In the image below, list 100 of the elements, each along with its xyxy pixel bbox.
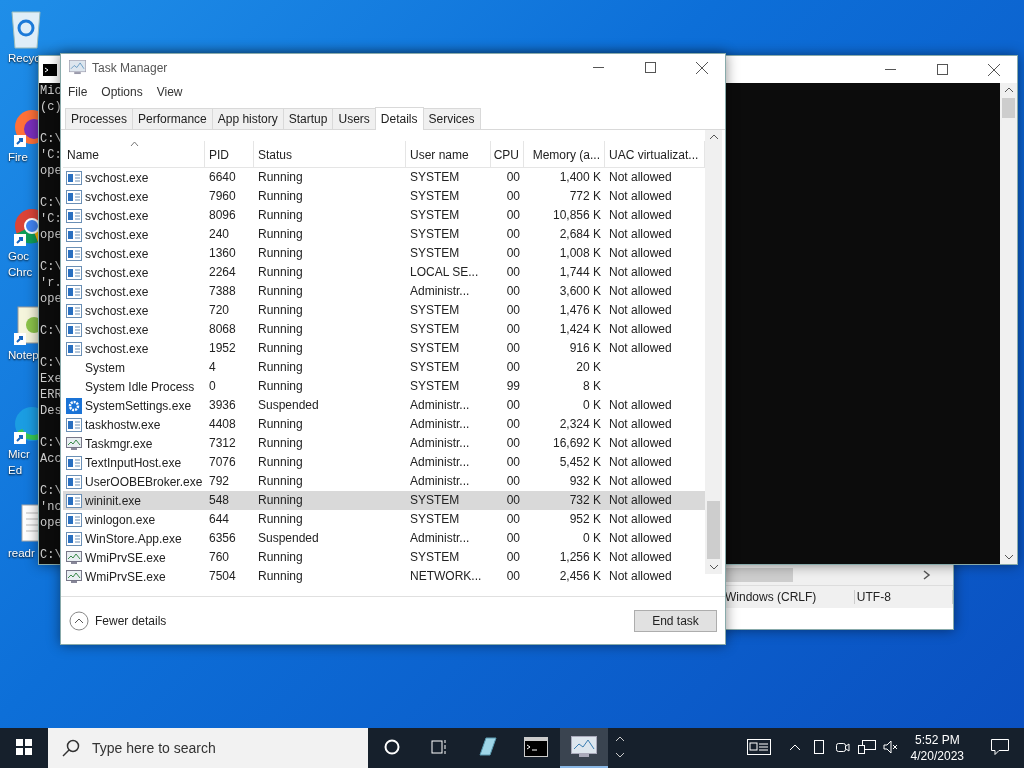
table-cell-text: 4	[208, 359, 217, 376]
table-cell-text: Not allowed	[608, 454, 673, 471]
column-header[interactable]: Name	[63, 141, 205, 167]
menu-item[interactable]: File	[68, 85, 88, 102]
process-row[interactable]: WinStore.App.exe 6356 Suspended Administr... 00 0 K Not allowed	[63, 529, 705, 548]
column-header[interactable]: User name	[406, 141, 491, 167]
table-cell: WmiPrvSE.exe	[85, 569, 166, 584]
table-cell: svchost.exe	[85, 189, 149, 204]
table-cell-text: NETWORK...	[409, 568, 483, 585]
task-manager-icon	[571, 736, 597, 758]
process-row[interactable]: SystemSettings.exe 3936 Suspended Administr... 00 0 K Not allowed	[63, 396, 705, 415]
process-row[interactable]: svchost.exe 7388 Running Administr... 00 3,600 K Not allowed	[63, 282, 705, 301]
process-row[interactable]: svchost.exe 7960 Running SYSTEM 00 772 K Not allowed	[63, 187, 705, 206]
window-icon	[66, 512, 82, 527]
process-row[interactable]: svchost.exe 2264 Running LOCAL SE... 00 1,744 K Not allowed	[63, 263, 705, 282]
scroll-right-icon[interactable]	[923, 570, 931, 580]
process-row[interactable]: svchost.exe 240 Running SYSTEM 00 2,684 K Not allowed	[63, 225, 705, 244]
desktop-icon-label[interactable]: Recyc	[8, 50, 40, 66]
table-cell-text: 8096	[208, 207, 237, 224]
tab[interactable]: App history	[211, 108, 284, 129]
process-row[interactable]: svchost.exe 8068 Running SYSTEM 00 1,424 K Not allowed	[63, 320, 705, 339]
desktop-icon-label[interactable]: Notep	[8, 347, 39, 363]
table-cell-text: 00	[505, 302, 521, 319]
desktop-icon-label[interactable]: Micr	[8, 446, 30, 462]
table-cell-text: 00	[505, 321, 521, 338]
column-header[interactable]: Status	[254, 141, 406, 167]
tab[interactable]: Startup	[282, 108, 334, 129]
table-cell-text: Running	[257, 416, 304, 433]
process-row[interactable]: winlogon.exe 644 Running SYSTEM 00 952 K Not allowed	[63, 510, 705, 529]
process-row[interactable]: svchost.exe 6640 Running SYSTEM 00 1,400 K Not allowed	[63, 168, 705, 187]
task-manager-icon	[69, 60, 86, 75]
table-cell-text: Running	[257, 207, 304, 224]
taskbar-app-button[interactable]	[560, 728, 608, 768]
scrollbar-thumb[interactable]	[723, 568, 793, 582]
desktop-icon-label[interactable]: Ed	[8, 462, 23, 478]
table-cell-text: Administr...	[409, 530, 471, 547]
menu-item[interactable]: Options	[101, 85, 143, 102]
close-icon	[988, 63, 1000, 76]
table-cell-text: 952 K	[568, 511, 602, 528]
menu-item[interactable]: View	[156, 85, 183, 102]
process-row[interactable]: svchost.exe 8096 Running SYSTEM 00 10,856 K Not allowed	[63, 206, 705, 225]
table-cell-text: 6640	[208, 169, 237, 186]
search-field[interactable]: Type here to search	[48, 728, 368, 768]
process-row[interactable]: WmiPrvSE.exe 760 Running SYSTEM 00 1,256 K Not allowed	[63, 548, 705, 567]
tab[interactable]: Services	[422, 108, 481, 129]
scrollbar-thumb[interactable]	[707, 501, 720, 559]
window-icon	[66, 493, 82, 508]
table-cell-text: Running	[257, 454, 304, 471]
table-cell-text: 1,476 K	[558, 302, 602, 319]
table-cell-text: Not allowed	[608, 473, 673, 490]
table-cell-text: Not allowed	[608, 511, 673, 528]
task-view-icon	[431, 739, 449, 755]
tab[interactable]: Performance	[132, 108, 213, 129]
process-row[interactable]: Taskmgr.exe 7312 Running Administr... 00 16,692 K Not allowed	[63, 434, 705, 453]
table-cell-text: 00	[505, 492, 521, 509]
scrollbar-thumb[interactable]	[1002, 98, 1015, 118]
process-row[interactable]: WmiPrvSE.exe 7504 Running NETWORK... 00 2,456 K Not allowed	[63, 567, 705, 586]
table-cell-text: Suspended	[257, 530, 320, 547]
process-row[interactable]: svchost.exe 720 Running SYSTEM 00 1,476 K Not allowed	[63, 301, 705, 320]
table-cell: svchost.exe	[85, 303, 149, 318]
desktop-icon-label[interactable]: Goc	[8, 248, 30, 264]
process-row[interactable]: System Idle Process 0 Running SYSTEM 99 8 K	[63, 377, 705, 396]
table-cell-text: 3,600 K	[558, 283, 602, 300]
process-row[interactable]: UserOOBEBroker.exe 792 Running Administr... 00 932 K Not allowed	[63, 472, 705, 491]
tab[interactable]: Processes	[65, 108, 134, 129]
column-header[interactable]: CPU	[491, 141, 524, 167]
minimize-icon	[884, 69, 896, 70]
clock[interactable]: 5:52 PM 4/20/2023	[910, 732, 964, 764]
tab[interactable]: Details	[374, 107, 424, 130]
fewer-details-button[interactable]: Fewer details	[69, 611, 167, 631]
table-cell-text: 4408	[208, 416, 237, 433]
process-row[interactable]: svchost.exe 1360 Running SYSTEM 00 1,008 K Not allowed	[63, 244, 705, 263]
table-cell-text: Not allowed	[608, 416, 673, 433]
table-cell-text: 00	[505, 454, 521, 471]
scrollbar[interactable]	[1000, 83, 1017, 564]
table-cell-text: Running	[257, 169, 304, 186]
table-cell-text: 1,744 K	[558, 264, 602, 281]
window-icon	[66, 189, 82, 204]
table-cell-text: 1,256 K	[558, 549, 602, 566]
scrollbar[interactable]	[705, 130, 722, 574]
process-row[interactable]: System 4 Running SYSTEM 00 20 K	[63, 358, 705, 377]
process-row[interactable]: taskhostw.exe 4408 Running Administr... 00 2,324 K Not allowed	[63, 415, 705, 434]
table-cell-text: 2,324 K	[558, 416, 602, 433]
end-task-button[interactable]: End task	[634, 610, 717, 632]
desktop-icon-label[interactable]: Chrc	[8, 264, 33, 280]
desktop-icon-label[interactable]: readr	[8, 545, 35, 561]
tab[interactable]: Users	[332, 108, 376, 129]
process-row[interactable]: wininit.exe 548 Running SYSTEM 00 732 K Not allowed	[63, 491, 705, 510]
process-row[interactable]: TextInputHost.exe 7076 Running Administr... 00 5,452 K Not allowed	[63, 453, 705, 472]
desktop-icon-label[interactable]: Fire	[8, 149, 28, 165]
terminal-icon	[43, 63, 57, 76]
column-header[interactable]: Memory (a...	[524, 141, 605, 167]
table-cell-text: Running	[257, 511, 304, 528]
table-cell: TextInputHost.exe	[85, 455, 182, 470]
table-cell: WinStore.App.exe	[85, 531, 182, 546]
process-row[interactable]: svchost.exe 1952 Running SYSTEM 00 916 K Not allowed	[63, 339, 705, 358]
column-header[interactable]: PID	[205, 141, 254, 167]
table-cell-text: 00	[505, 283, 521, 300]
table-cell-text: Administr...	[409, 397, 471, 414]
table-cell-text: Running	[257, 359, 304, 376]
